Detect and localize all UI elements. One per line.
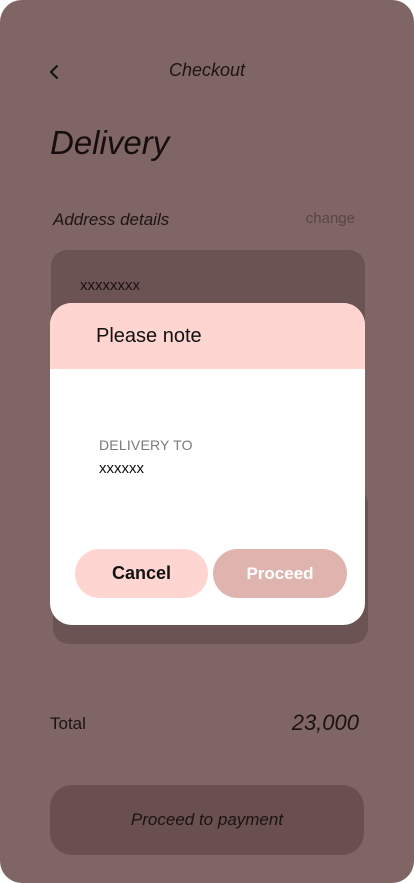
proceed-to-payment-button[interactable]: Proceed to payment: [50, 785, 364, 855]
cancel-button[interactable]: Cancel: [75, 549, 208, 598]
please-note-dialog: Please note DELIVERY TO xxxxxx Cancel Pr…: [50, 303, 365, 625]
total-value: 23,000: [291, 710, 359, 735]
delivery-to-value: xxxxxx: [99, 460, 144, 477]
proceed-button[interactable]: Proceed: [213, 549, 347, 598]
checkout-screen: Checkout Delivery Address details change…: [0, 0, 414, 883]
section-title: Delivery: [50, 124, 170, 161]
change-link[interactable]: change: [306, 210, 355, 227]
dialog-title: Please note: [50, 303, 365, 369]
address-text: xxxxxxxx: [80, 277, 140, 294]
total-label: Total: [50, 714, 86, 733]
page-title: Checkout: [168, 60, 246, 80]
address-details-label: Address details: [53, 210, 170, 229]
delivery-to-label: DELIVERY TO: [99, 437, 193, 453]
